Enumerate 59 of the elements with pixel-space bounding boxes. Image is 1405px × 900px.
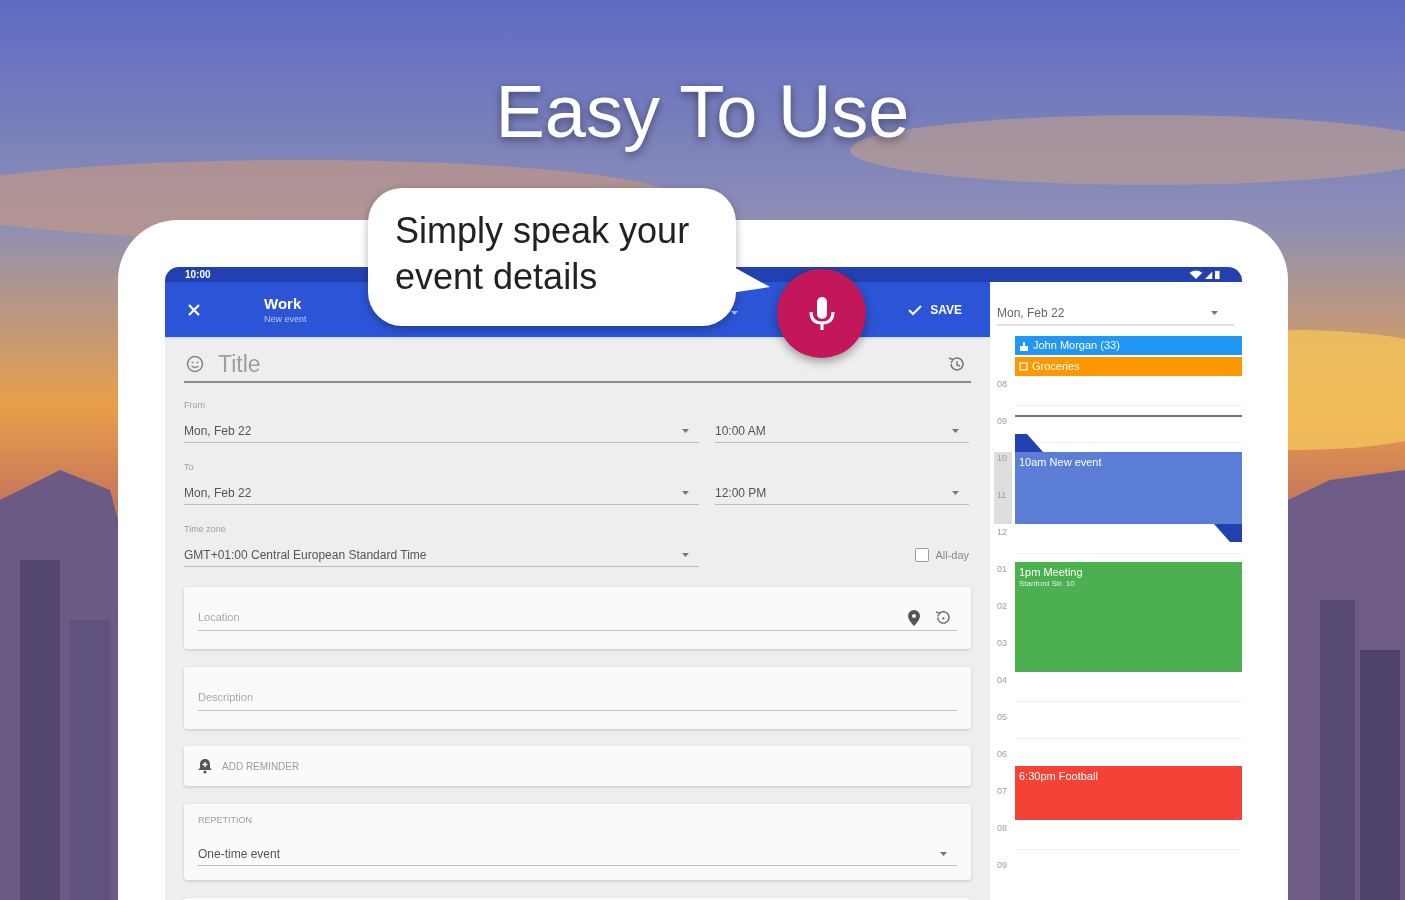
history-icon[interactable] xyxy=(934,609,951,626)
dropdown-caret-icon[interactable] xyxy=(731,311,738,315)
event-title: 6:30pm Football xyxy=(1019,769,1099,783)
hour-label: 07 xyxy=(997,785,1008,798)
check-icon xyxy=(908,303,923,316)
hour-label: 02 xyxy=(997,600,1008,613)
hour-label: 01 xyxy=(997,563,1008,576)
date-dropdown[interactable]: Mon, Feb 22 xyxy=(184,419,699,443)
field-label: Time zone xyxy=(184,523,227,535)
all-day-label: All-day xyxy=(935,547,969,563)
checkbox-icon xyxy=(1019,362,1028,371)
all-day-checkbox[interactable] xyxy=(915,548,930,562)
dropdown-caret-icon xyxy=(952,428,959,433)
event-location: Stanford Str. 10 xyxy=(1019,579,1076,589)
bell-icon xyxy=(198,758,212,774)
time-zone-dropdown[interactable]: GMT+01:00 Central European Standard Time xyxy=(184,543,699,567)
hour-label: 04 xyxy=(997,674,1008,687)
hour-label: 08 xyxy=(997,822,1008,835)
dropdown-caret-icon xyxy=(940,851,947,856)
save-button[interactable]: SAVE xyxy=(908,300,962,319)
draft-event[interactable]: 10am New event xyxy=(1015,452,1242,524)
hour-label: 12 xyxy=(997,526,1008,539)
field-label: From xyxy=(184,399,206,411)
cake-icon xyxy=(1019,340,1029,351)
field-label: REPETITION xyxy=(198,814,253,826)
all-day-event[interactable]: John Morgan (33) xyxy=(1015,336,1242,355)
repetition-dropdown[interactable]: One-time event xyxy=(198,842,957,866)
field-label: To xyxy=(184,461,195,473)
smiley-icon xyxy=(186,355,204,373)
hour-label: 08 xyxy=(997,378,1008,391)
event-title: 1pm Meeting xyxy=(1019,565,1084,579)
hour-label: 09 xyxy=(997,415,1008,428)
headline: Easy To Use xyxy=(494,69,911,155)
event-block[interactable]: 6:30pm Football xyxy=(1015,766,1242,820)
time-dropdown[interactable]: 10:00 AM xyxy=(715,419,969,443)
time-dropdown[interactable]: 12:00 PM xyxy=(715,481,969,505)
hour-label: 06 xyxy=(997,748,1008,761)
close-icon xyxy=(187,302,201,317)
speech-bubble: Simply speak your event details xyxy=(368,188,736,326)
hour-label: 10 xyxy=(997,452,1008,465)
dropdown-caret-icon xyxy=(952,490,959,495)
dropdown-caret-icon xyxy=(682,552,689,557)
hour-label: 03 xyxy=(997,637,1008,650)
calendar-selector[interactable]: Work New event xyxy=(264,294,307,325)
date-dropdown[interactable]: Mon, Feb 22 xyxy=(997,302,1234,326)
hour-label: 09 xyxy=(997,859,1008,872)
dropdown-caret-icon xyxy=(682,490,689,495)
dropdown-caret-icon xyxy=(1211,311,1218,315)
date-dropdown[interactable]: Mon, Feb 22 xyxy=(184,481,699,505)
hour-label: 05 xyxy=(997,711,1008,724)
hour-label: 11 xyxy=(997,489,1008,502)
dropdown-caret-icon xyxy=(682,428,689,433)
location-pin-icon[interactable] xyxy=(908,609,920,626)
history-icon xyxy=(947,355,965,373)
status-icons-drawing xyxy=(1188,269,1222,280)
status-time: 10:00 xyxy=(185,268,211,282)
microphone-icon xyxy=(807,296,836,331)
selected-range-background xyxy=(994,452,1012,524)
event-title: 10am New event xyxy=(1019,455,1103,469)
